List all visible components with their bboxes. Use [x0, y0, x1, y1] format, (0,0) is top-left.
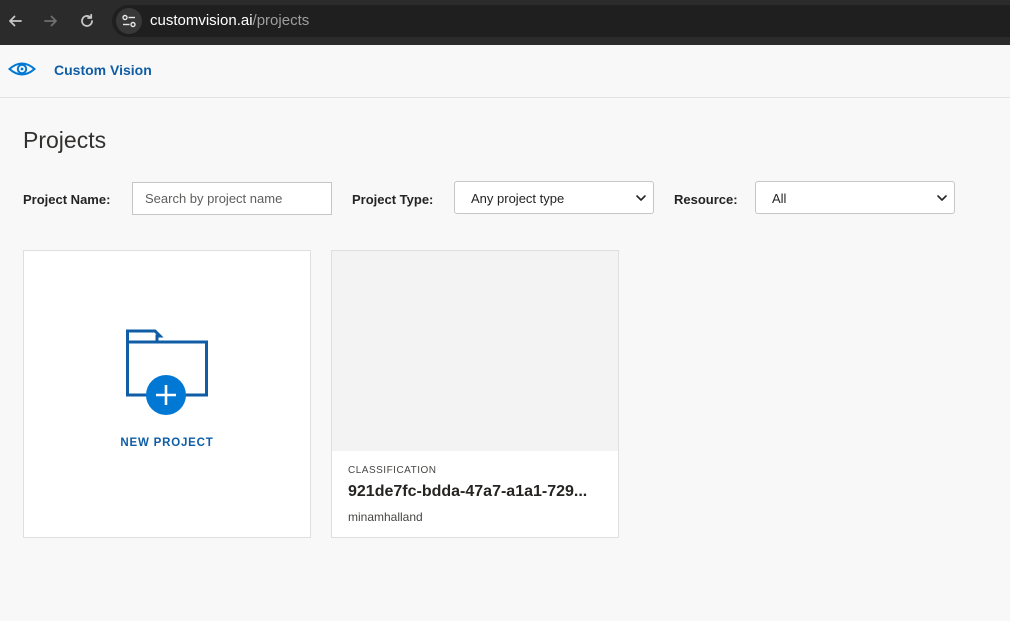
- eye-icon[interactable]: [8, 57, 36, 81]
- new-project-card[interactable]: NEW PROJECT: [23, 250, 311, 538]
- back-button[interactable]: [4, 10, 26, 32]
- browser-toolbar: customvision.ai/projects: [0, 0, 1010, 45]
- page-title: Projects: [23, 127, 107, 153]
- reload-icon: [81, 13, 93, 27]
- project-type-label: Project Type:: [352, 192, 434, 207]
- project-name-search-input[interactable]: [132, 182, 332, 215]
- project-card[interactable]: CLASSIFICATION 921de7fc-bdda-47a7-a1a1-7…: [331, 250, 619, 538]
- reload-button[interactable]: [76, 10, 98, 32]
- app-title[interactable]: Custom Vision: [54, 62, 152, 78]
- url-text[interactable]: customvision.ai/projects: [150, 12, 309, 30]
- tune-icon: [122, 14, 136, 28]
- app-header: Custom Vision: [0, 45, 1010, 98]
- resource-selected-value: All: [772, 191, 787, 206]
- resource-label: Resource:: [674, 192, 738, 207]
- project-name: 921de7fc-bdda-47a7-a1a1-729...: [348, 483, 588, 500]
- chevron-down-icon: [937, 195, 947, 201]
- url-host: customvision.ai: [150, 12, 253, 29]
- project-name-label: Project Name:: [23, 192, 111, 207]
- project-type-selected-value: Any project type: [471, 191, 565, 206]
- resource-select[interactable]: All: [755, 181, 955, 214]
- arrow-left-icon: [9, 15, 22, 27]
- new-project-label: NEW PROJECT: [120, 437, 214, 449]
- arrow-right-icon: [44, 15, 57, 27]
- project-owner: minamhalland: [348, 510, 423, 524]
- new-folder-icon: [126, 329, 208, 415]
- project-type-select[interactable]: Any project type: [454, 181, 654, 214]
- forward-button[interactable]: [40, 10, 62, 32]
- chevron-down-icon: [636, 195, 646, 201]
- site-info-button[interactable]: [116, 8, 142, 34]
- url-path: /projects: [252, 12, 310, 29]
- project-type: CLASSIFICATION: [348, 465, 437, 476]
- project-thumbnail: [332, 251, 618, 451]
